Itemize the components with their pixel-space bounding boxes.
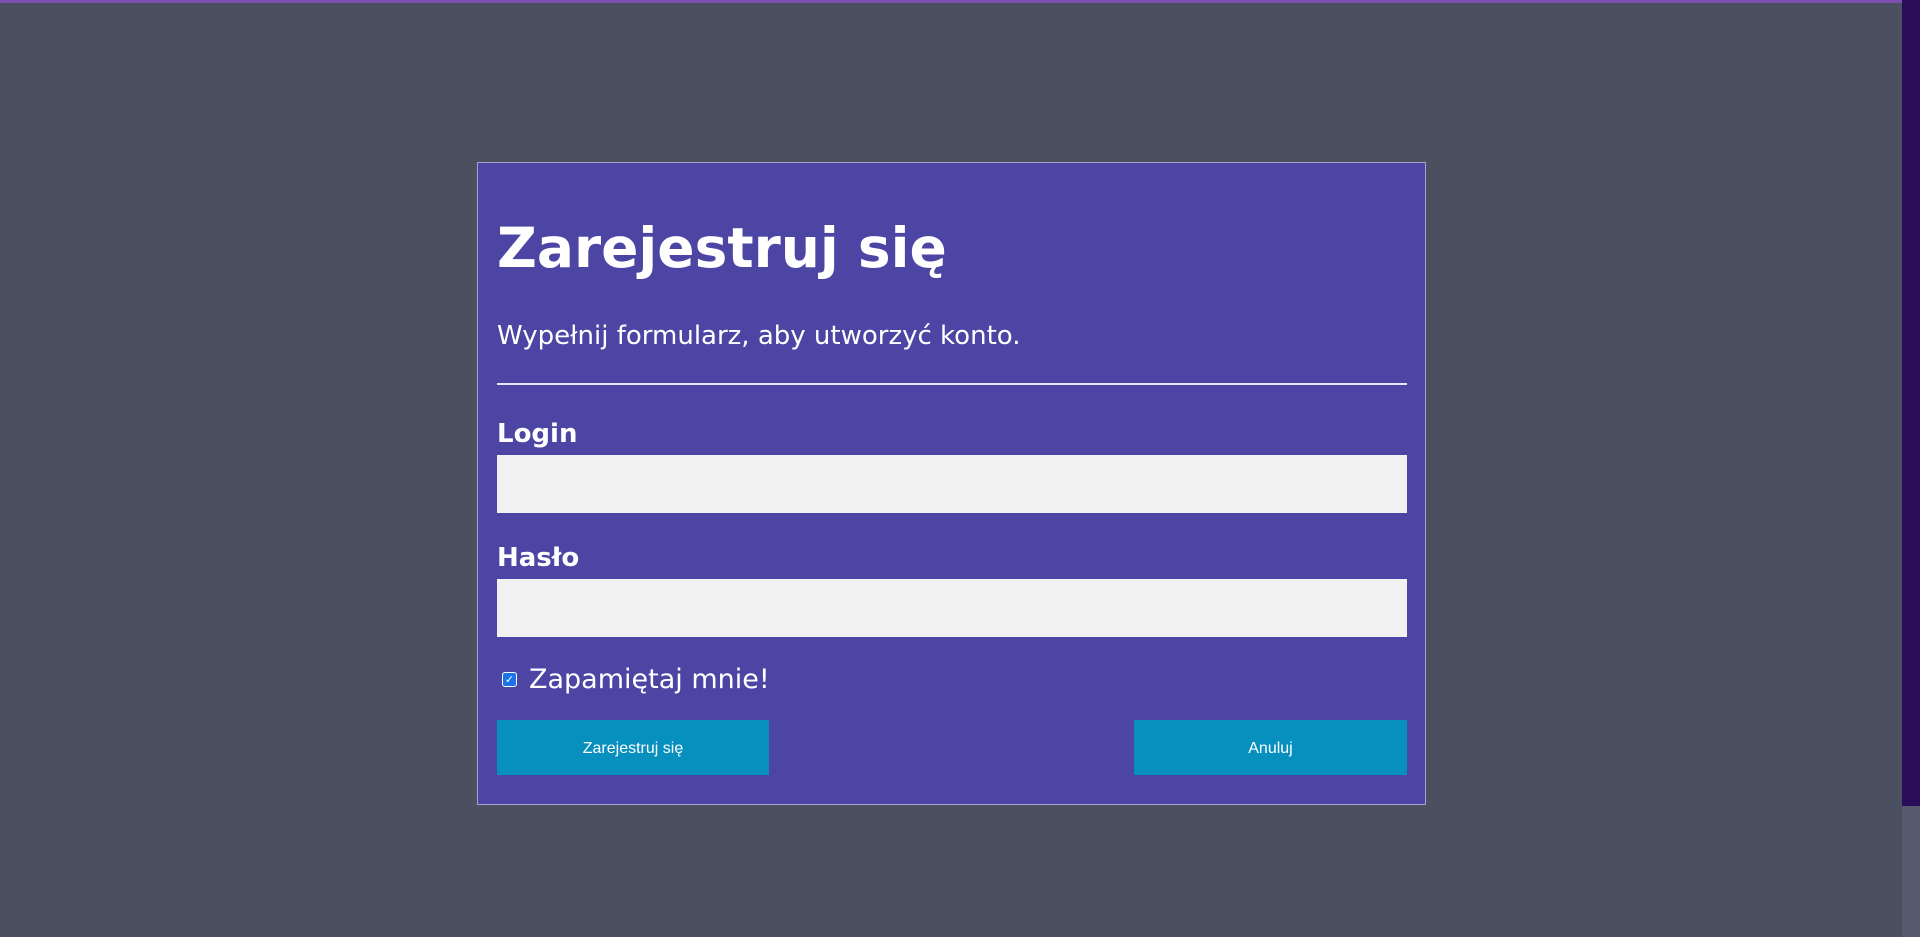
remember-me-label: Zapamiętaj mnie!	[529, 663, 770, 695]
checkmark-icon: ✓	[504, 672, 515, 686]
right-edge-panel-lower	[1902, 806, 1920, 937]
top-accent-line	[0, 0, 1920, 3]
remember-me-row[interactable]: ✓ Zapamiętaj mnie!	[502, 663, 770, 695]
login-label: Login	[497, 419, 578, 449]
form-title: Zarejestruj się	[497, 216, 947, 280]
remember-me-checkbox[interactable]: ✓	[502, 671, 517, 687]
form-subtitle: Wypełnij formularz, aby utworzyć konto.	[497, 321, 1021, 351]
signup-modal: Zarejestruj się Wypełnij formularz, aby …	[477, 162, 1426, 805]
password-label: Hasło	[497, 543, 580, 573]
right-edge-panel	[1902, 0, 1920, 806]
password-input[interactable]	[497, 579, 1407, 637]
cancel-button[interactable]: Anuluj	[1134, 720, 1407, 775]
login-input[interactable]	[497, 455, 1407, 513]
divider	[497, 383, 1407, 385]
register-button[interactable]: Zarejestruj się	[497, 720, 769, 775]
